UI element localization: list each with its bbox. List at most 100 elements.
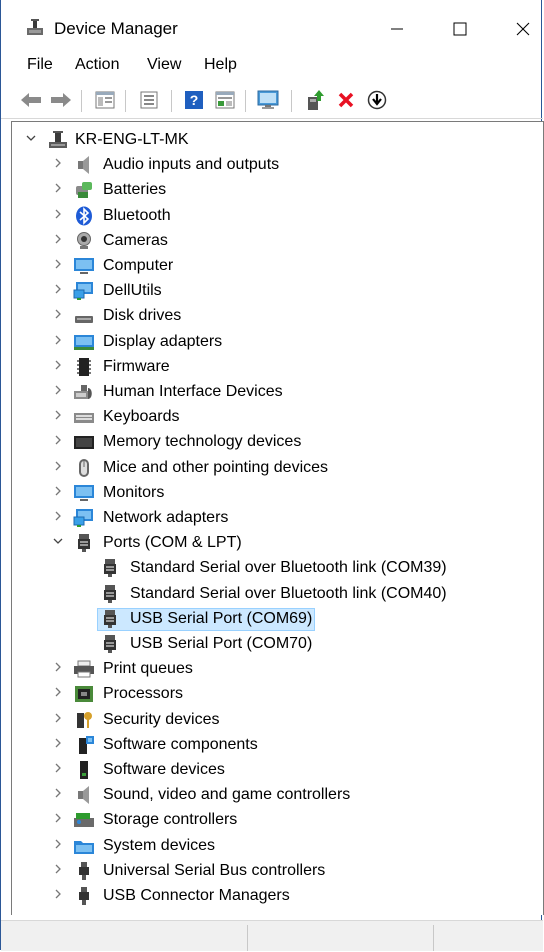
speaker-icon — [73, 785, 95, 805]
software-component-icon — [73, 735, 95, 755]
speaker-icon — [73, 155, 95, 175]
port-icon — [99, 584, 121, 604]
tree-category[interactable]: Human Interface Devices — [12, 380, 532, 405]
tree-category[interactable]: Security devices — [12, 708, 532, 733]
chevron-down-icon[interactable] — [51, 534, 65, 548]
tree-category[interactable]: Storage controllers — [12, 808, 532, 833]
chevron-right-icon[interactable] — [51, 383, 65, 397]
chevron-right-icon[interactable] — [51, 408, 65, 422]
tree-category[interactable]: Bluetooth — [12, 204, 532, 229]
chevron-right-icon[interactable] — [51, 862, 65, 876]
scan-hardware-button[interactable] — [257, 88, 281, 112]
tree-category[interactable]: DellUtils — [12, 279, 532, 304]
chevron-right-icon[interactable] — [51, 736, 65, 750]
computer-root-icon — [47, 130, 69, 150]
chevron-right-icon[interactable] — [51, 307, 65, 321]
chevron-right-icon[interactable] — [51, 837, 65, 851]
properties-view-icon — [95, 91, 115, 109]
chevron-right-icon[interactable] — [51, 156, 65, 170]
tree-category[interactable]: Batteries — [12, 178, 532, 203]
tree-item-label: Sound, video and game controllers — [103, 786, 351, 804]
tree-category[interactable]: Memory technology devices — [12, 430, 532, 455]
menu-help[interactable]: Help — [204, 56, 237, 74]
tree-category[interactable]: Computer — [12, 254, 532, 279]
chevron-right-icon[interactable] — [51, 711, 65, 725]
tree-category[interactable]: System devices — [12, 834, 532, 859]
chevron-right-icon[interactable] — [51, 257, 65, 271]
tree-item-label: Computer — [103, 257, 174, 274]
network-adapter-icon — [73, 508, 95, 528]
chevron-right-icon[interactable] — [51, 333, 65, 347]
tree-item-label: DellUtils — [103, 282, 162, 300]
chevron-right-icon[interactable] — [51, 433, 65, 447]
tree-item-label: KR-ENG-LT-MK — [75, 131, 189, 148]
tree-device[interactable]: USB Serial Port (COM70) — [12, 632, 532, 657]
chevron-right-icon[interactable] — [51, 282, 65, 296]
device-manager-window: Device Manager File Action View Help ? K… — [0, 0, 544, 951]
tree-item-label: Standard Serial over Bluetooth link (COM… — [130, 559, 447, 577]
chevron-right-icon[interactable] — [51, 685, 65, 699]
chevron-right-icon[interactable] — [51, 459, 65, 473]
tree-item-label: Ports (COM & LPT) — [103, 534, 242, 552]
menu-view[interactable]: View — [147, 56, 181, 74]
tree-category[interactable]: Sound, video and game controllers — [12, 783, 532, 808]
properties-icon — [140, 91, 158, 109]
tree-item-label: USB Serial Port (COM70) — [130, 635, 313, 652]
tree-category[interactable]: Processors — [12, 682, 532, 707]
forward-button[interactable] — [49, 88, 73, 112]
maximize-button[interactable] — [437, 10, 483, 48]
tree-category[interactable]: Firmware — [12, 355, 532, 380]
menu-file[interactable]: File — [27, 56, 53, 74]
tree-category[interactable]: Universal Serial Bus controllers — [12, 859, 532, 884]
chevron-right-icon[interactable] — [51, 887, 65, 901]
chevron-right-icon[interactable] — [51, 660, 65, 674]
software-device-icon — [73, 760, 95, 780]
tree-category[interactable]: USB Connector Managers — [12, 884, 532, 909]
security-key-icon — [73, 710, 95, 730]
chevron-right-icon[interactable] — [51, 232, 65, 246]
tree-category[interactable]: Display adapters — [12, 330, 532, 355]
chevron-right-icon[interactable] — [51, 509, 65, 523]
tree-item-label: Audio inputs and outputs — [103, 156, 280, 174]
device-tree[interactable]: KR-ENG-LT-MK Audio inputs and outputs Batt… — [11, 121, 544, 915]
tree-category[interactable]: Cameras — [12, 229, 532, 254]
tree-category[interactable]: Network adapters — [12, 506, 532, 531]
chevron-right-icon[interactable] — [51, 484, 65, 498]
tree-root-computer[interactable]: KR-ENG-LT-MK — [12, 128, 532, 153]
tree-item-label: Universal Serial Bus controllers — [103, 861, 326, 879]
tree-device[interactable]: Standard Serial over Bluetooth link (COM… — [12, 582, 532, 607]
chevron-right-icon[interactable] — [51, 811, 65, 825]
driver-details-button[interactable] — [213, 88, 237, 112]
tree-category[interactable]: Audio inputs and outputs — [12, 153, 532, 178]
help-button[interactable]: ? — [182, 88, 206, 112]
back-button[interactable] — [19, 88, 43, 112]
tree-category[interactable]: Print queues — [12, 657, 532, 682]
disable-device-button[interactable] — [365, 88, 389, 112]
tree-category[interactable]: Ports (COM & LPT) — [12, 531, 532, 556]
update-driver-button[interactable] — [303, 88, 327, 112]
menu-action[interactable]: Action — [75, 56, 119, 74]
tree-category[interactable]: Mice and other pointing devices — [12, 456, 532, 481]
properties-button[interactable] — [137, 88, 161, 112]
tree-category[interactable]: Software components — [12, 733, 532, 758]
chevron-right-icon[interactable] — [51, 761, 65, 775]
tree-item-label: Batteries — [103, 181, 167, 199]
show-hide-tree-button[interactable] — [93, 88, 117, 112]
chevron-right-icon[interactable] — [51, 786, 65, 800]
chevron-down-icon[interactable] — [24, 131, 38, 145]
minimize-button[interactable] — [374, 10, 420, 48]
chevron-right-icon[interactable] — [51, 207, 65, 221]
uninstall-device-button[interactable] — [334, 88, 358, 112]
tree-device[interactable]: USB Serial Port (COM69) — [12, 607, 532, 632]
tree-category[interactable]: Software devices — [12, 758, 532, 783]
chevron-right-icon[interactable] — [51, 181, 65, 195]
tree-category[interactable]: Keyboards — [12, 405, 532, 430]
toolbar: ? — [1, 84, 543, 119]
tree-item-label: Keyboards — [103, 408, 180, 426]
tree-category[interactable]: Disk drives — [12, 304, 532, 329]
tree-item-label: Cameras — [103, 231, 168, 249]
chevron-right-icon[interactable] — [51, 358, 65, 372]
tree-device[interactable]: Standard Serial over Bluetooth link (COM… — [12, 556, 532, 581]
close-button[interactable] — [500, 10, 544, 48]
tree-category[interactable]: Monitors — [12, 481, 532, 506]
